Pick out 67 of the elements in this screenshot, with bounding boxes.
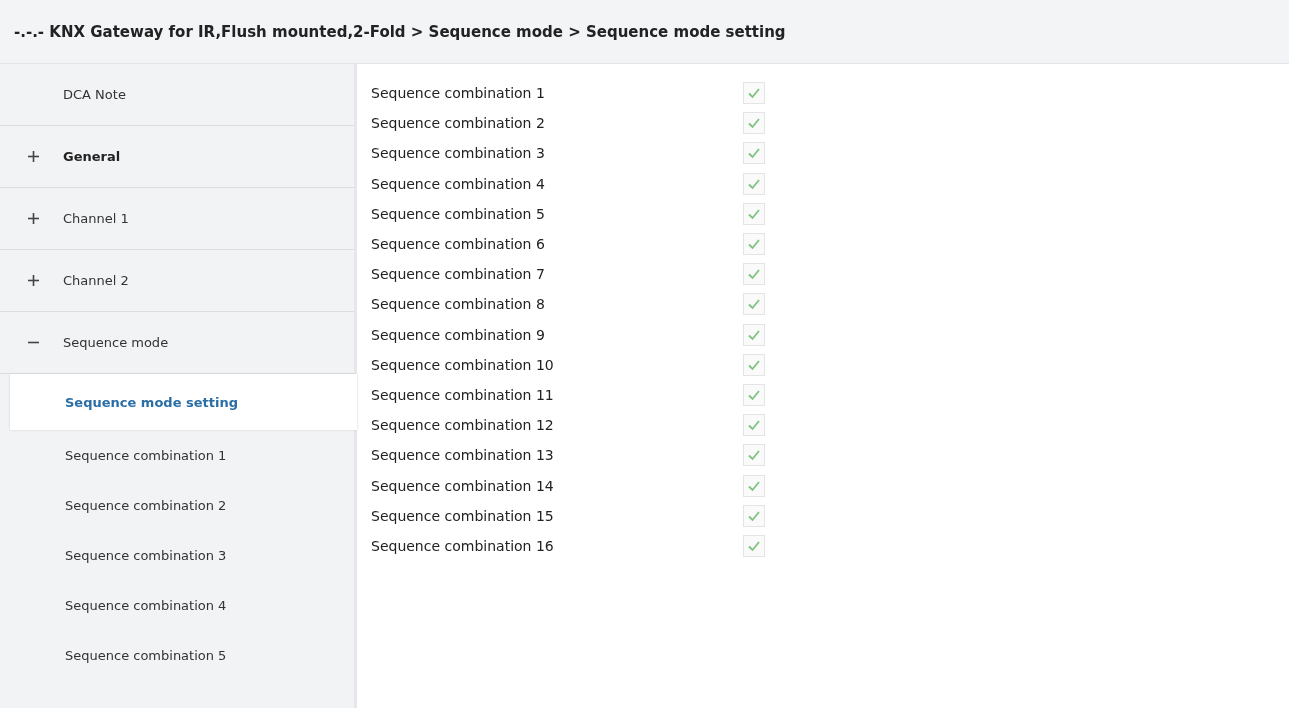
sidebar-item[interactable]: Channel 1 bbox=[0, 188, 354, 250]
setting-label: Sequence combination 6 bbox=[371, 236, 546, 253]
setting-label: Sequence combination 12 bbox=[371, 417, 555, 434]
check-icon bbox=[747, 388, 761, 401]
sidebar-item[interactable]: Channel 2 bbox=[0, 250, 354, 312]
checkbox[interactable] bbox=[743, 323, 765, 346]
sidebar-label: DCA Note bbox=[63, 87, 126, 102]
expand-icon[interactable] bbox=[28, 213, 39, 224]
checkbox[interactable] bbox=[743, 444, 765, 467]
setting-label: Sequence combination 15 bbox=[371, 507, 555, 524]
check-icon bbox=[747, 539, 761, 552]
sidebar-subitem[interactable]: Sequence combination 3 bbox=[0, 530, 354, 580]
checkbox[interactable] bbox=[743, 504, 765, 527]
check-icon bbox=[747, 177, 761, 190]
check-icon bbox=[747, 268, 761, 281]
expand-icon[interactable] bbox=[28, 275, 39, 286]
check-icon bbox=[747, 449, 761, 462]
checkbox[interactable] bbox=[743, 353, 765, 376]
sidebar-subitem[interactable]: Sequence combination 2 bbox=[0, 480, 354, 530]
checkbox[interactable] bbox=[743, 414, 765, 437]
setting-label: Sequence combination 8 bbox=[371, 296, 546, 313]
checkbox[interactable] bbox=[743, 82, 765, 105]
sidebar-subitem[interactable]: Sequence combination 5 bbox=[0, 630, 354, 680]
check-icon bbox=[747, 298, 761, 311]
checkbox[interactable] bbox=[743, 474, 765, 497]
checkbox[interactable] bbox=[743, 142, 765, 165]
expand-icon[interactable] bbox=[28, 151, 39, 162]
check-icon bbox=[747, 509, 761, 522]
check-icon bbox=[747, 87, 761, 100]
setting-label: Sequence combination 4 bbox=[371, 175, 546, 192]
checkbox[interactable] bbox=[743, 263, 765, 286]
setting-label: Sequence combination 16 bbox=[371, 537, 555, 554]
sidebar-item[interactable]: General bbox=[0, 126, 354, 188]
setting-label: Sequence combination 7 bbox=[371, 266, 546, 283]
sidebar-label: General bbox=[63, 149, 121, 164]
check-icon bbox=[747, 117, 761, 130]
checkbox[interactable] bbox=[743, 202, 765, 225]
sidebar-subitem[interactable]: Sequence combination 4 bbox=[0, 580, 354, 630]
setting-label: Sequence combination 14 bbox=[371, 477, 555, 494]
setting-label: Sequence combination 11 bbox=[371, 386, 555, 403]
check-icon bbox=[747, 419, 761, 432]
sidebar-subitem[interactable]: Sequence combination 1 bbox=[0, 430, 354, 480]
setting-label: Sequence combination 2 bbox=[371, 115, 546, 132]
sidebar-label: Channel 1 bbox=[63, 211, 129, 226]
checkbox[interactable] bbox=[743, 383, 765, 406]
checkbox[interactable] bbox=[743, 233, 765, 256]
sidebar-item[interactable]: DCA Note bbox=[0, 64, 354, 126]
setting-label: Sequence combination 9 bbox=[371, 326, 546, 343]
setting-label: Sequence combination 1 bbox=[371, 85, 546, 102]
checkbox[interactable] bbox=[743, 112, 765, 135]
checkbox[interactable] bbox=[743, 172, 765, 195]
check-icon bbox=[747, 328, 761, 341]
sidebar-label: Channel 2 bbox=[63, 273, 129, 288]
check-icon bbox=[747, 479, 761, 492]
check-icon bbox=[747, 207, 761, 220]
setting-label: Sequence combination 3 bbox=[371, 145, 546, 162]
checkbox[interactable] bbox=[743, 534, 765, 557]
setting-label: Sequence combination 5 bbox=[371, 205, 546, 222]
setting-label: Sequence combination 10 bbox=[371, 356, 555, 373]
sidebar-label: Sequence mode bbox=[63, 335, 169, 350]
check-icon bbox=[747, 147, 761, 160]
window-title: -.-.- KNX Gateway for IR,Flush mounted,2-Fold > Sequence mode > Sequence mode setting bbox=[0, 0, 1289, 64]
check-icon bbox=[747, 358, 761, 371]
checkbox[interactable] bbox=[743, 293, 765, 316]
sidebar-subitem[interactable]: Sequence mode setting bbox=[10, 374, 357, 430]
setting-label: Sequence combination 13 bbox=[371, 447, 555, 464]
check-icon bbox=[747, 238, 761, 251]
